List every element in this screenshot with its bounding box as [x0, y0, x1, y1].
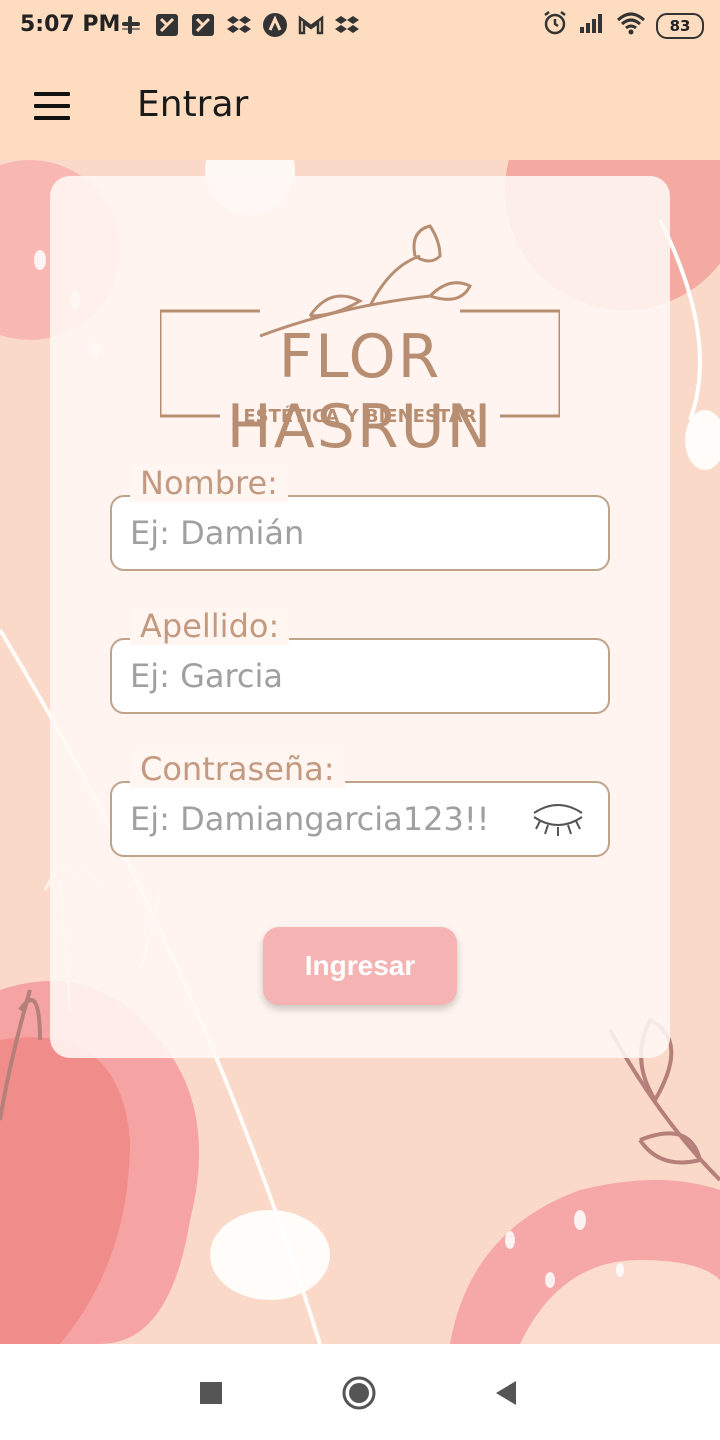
wifi-icon [616, 11, 646, 40]
contrasena-field[interactable] [110, 781, 610, 857]
ingresar-button[interactable]: Ingresar [263, 927, 457, 1005]
battery-icon: 83 [656, 12, 704, 39]
system-navigation-bar [0, 1344, 720, 1440]
page-title: Entrar [137, 84, 249, 125]
app-bar: Entrar [0, 52, 720, 160]
dropbox-icon [334, 12, 360, 38]
nombre-label: Nombre: [130, 464, 288, 502]
contrasena-input[interactable] [130, 783, 510, 855]
dropbox-icon [226, 12, 252, 38]
signal-icon [578, 11, 606, 40]
alarm-icon [542, 10, 568, 41]
apellido-input[interactable] [130, 640, 590, 712]
recents-square-icon[interactable] [199, 1381, 223, 1410]
system-icons: 83 [542, 10, 704, 41]
logo-tagline: ESTÉTICA Y BIENESTAR [243, 406, 477, 427]
nombre-field[interactable] [110, 495, 610, 571]
nombre-input[interactable] [130, 497, 590, 569]
back-triangle-icon[interactable] [494, 1380, 518, 1411]
gmail-icon [298, 12, 324, 38]
eye-closed-icon[interactable] [530, 799, 586, 839]
app-icon [154, 12, 180, 38]
apellido-field[interactable] [110, 638, 610, 714]
notification-icons [118, 12, 360, 38]
status-time: 5:07 PM [20, 12, 121, 37]
login-screen: FLOR HASRUN ESTÉTICA Y BIENESTAR Nombre:… [0, 160, 720, 1344]
apellido-label: Apellido: [130, 607, 290, 645]
logo-wordmark: FLOR HASRUN [226, 322, 494, 462]
login-card: FLOR HASRUN ESTÉTICA Y BIENESTAR Nombre:… [50, 176, 670, 1058]
status-bar: 5:07 PM 83 [0, 0, 720, 52]
slack-icon [118, 12, 144, 38]
app-icon [262, 12, 288, 38]
app-icon [190, 12, 216, 38]
hamburger-menu-icon[interactable] [34, 92, 70, 120]
contrasena-label: Contraseña: [130, 750, 345, 788]
home-circle-icon[interactable] [341, 1375, 377, 1416]
